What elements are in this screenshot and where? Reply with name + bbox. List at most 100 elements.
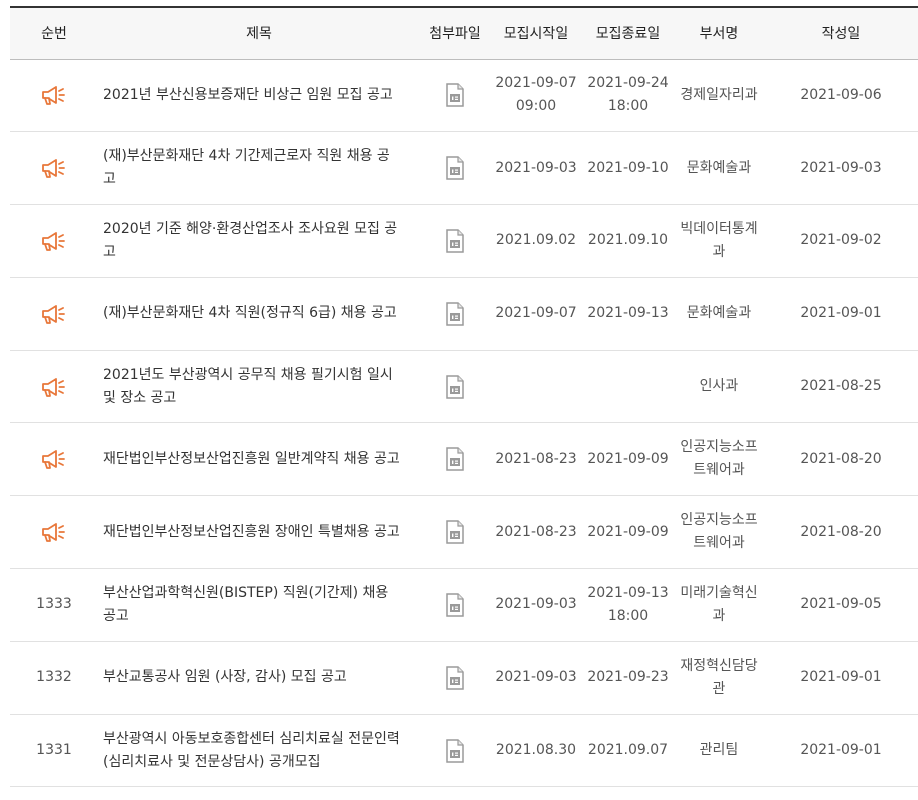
row-number [10, 132, 98, 205]
column-header-written-date: 작성일 [821, 26, 861, 43]
row-number [10, 277, 98, 350]
table-row: 2020년 기준 해양·환경산업조사 조사요원 모집 공고 2021.09.02 2… [10, 205, 918, 278]
post-title-link[interactable]: 2021년도 부산광역시 공무직 채용 필기시험 일시 및 장소 공고 [103, 367, 393, 406]
hwp-file-icon[interactable] [445, 156, 465, 180]
table-row: (재)부산문화재단 4차 직원(정규직 6급) 채용 공고 2021-09-07 2… [10, 277, 918, 351]
row-attachment [420, 641, 490, 714]
row-end-date: 2021.09.10 [587, 232, 669, 249]
hwp-file-icon[interactable] [445, 83, 465, 108]
megaphone-icon [42, 159, 65, 179]
table-row: 1332 부산교통공사 임원 (사장, 감사) 모집 공고 2021-09-03 20… [10, 641, 918, 715]
row-attachment [420, 132, 490, 205]
post-title-link[interactable]: 2021년 부산신용보증재단 비상근 임원 모집 공고 [103, 87, 393, 103]
post-title-link[interactable]: (재)부산문화재단 4차 직원(정규직 6급) 채용 공고 [103, 305, 397, 321]
row-number: 1331 [36, 742, 72, 759]
hwp-file-icon[interactable] [445, 302, 465, 326]
row-department: 문화예술과 [686, 159, 752, 176]
row-start-date: 2021-09-03 [495, 669, 577, 686]
row-written-date: 2021-09-02 [800, 232, 882, 249]
table-header: 순번 제목 첨부파일 모집시작일 모집종료일 부서명 작성일 [10, 7, 918, 59]
row-start-date: 2021-08-23 [495, 523, 577, 540]
megaphone-icon [42, 304, 65, 324]
row-number [10, 496, 98, 569]
post-title-link[interactable]: 2020년 기준 해양·환경산업조사 조사요원 모집 공고 [103, 221, 397, 260]
row-title-cell: 재단법인부산정보산업진흥원 일반계약직 채용 공고 [98, 423, 420, 496]
post-title-link[interactable]: 부산광역시 아동보호종합센터 심리치료실 전문인력(심리치료사 및 전문상담사)… [103, 731, 400, 770]
row-end-date: 2021-09-13 [587, 305, 669, 322]
hwp-file-icon[interactable] [445, 447, 465, 472]
column-header-start-date: 모집시작일 [503, 26, 569, 43]
row-written-date: 2021-09-01 [800, 305, 882, 322]
hwp-file-icon[interactable] [445, 374, 465, 399]
row-attachment [420, 277, 490, 350]
row-department: 미래기술혁신과 [680, 584, 758, 624]
post-title-link[interactable]: 부산산업과학혁신원(BISTEP) 직원(기간제) 채용공고 [103, 585, 388, 624]
hwp-file-icon[interactable] [445, 738, 465, 763]
row-start-date [490, 350, 582, 423]
row-title-cell: (재)부산문화재단 4차 직원(정규직 6급) 채용 공고 [98, 277, 420, 350]
row-department: 경제일자리과 [680, 86, 758, 103]
table-row: 2021년도 부산광역시 공무직 채용 필기시험 일시 및 장소 공고 인사과 20… [10, 350, 918, 423]
row-department: 재정혁신담당관 [680, 657, 758, 697]
row-number [10, 423, 98, 496]
post-title-link[interactable]: (재)부산문화재단 4차 기간제근로자 직원 채용 공고 [103, 148, 390, 187]
row-end-date: 2021-09-09 [587, 523, 669, 540]
row-department: 빅데이터통계과 [680, 220, 758, 260]
row-written-date: 2021-09-01 [800, 669, 882, 686]
row-written-date: 2021-08-25 [800, 378, 882, 395]
row-end-date: 2021-09-24 18:00 [587, 75, 669, 115]
post-title-link[interactable]: 부산교통공사 임원 (사장, 감사) 모집 공고 [103, 669, 347, 685]
row-attachment [420, 496, 490, 569]
column-header-department: 부서명 [699, 26, 739, 43]
megaphone-icon [42, 450, 65, 470]
row-written-date: 2021-08-20 [800, 450, 882, 467]
megaphone-icon [42, 377, 65, 397]
column-header-end-date: 모집종료일 [595, 26, 661, 43]
post-title-link[interactable]: 재단법인부산정보산업진흥원 장애인 특별채용 공고 [103, 524, 400, 540]
row-title-cell: (재)부산문화재단 4차 기간제근로자 직원 채용 공고 [98, 132, 420, 205]
table-row: (재)부산문화재단 4차 기간제근로자 직원 채용 공고 2021-09-03 20… [10, 132, 918, 205]
row-end-date: 2021-09-09 [587, 450, 669, 467]
table-row: 2021년 부산신용보증재단 비상근 임원 모집 공고 2021-09-07 09… [10, 59, 918, 132]
megaphone-icon [42, 523, 65, 543]
row-start-date: 2021-08-23 [495, 450, 577, 467]
row-attachment [420, 423, 490, 496]
header-row: 순번 제목 첨부파일 모집시작일 모집종료일 부서명 작성일 [10, 7, 918, 59]
recruitment-board-table: 순번 제목 첨부파일 모집시작일 모집종료일 부서명 작성일 2021년 부산신… [10, 6, 918, 787]
hwp-file-icon[interactable] [445, 229, 465, 253]
row-department: 인사과 [699, 378, 739, 395]
hwp-file-icon[interactable] [445, 666, 465, 690]
row-written-date: 2021-09-06 [800, 86, 882, 103]
row-title-cell: 부산광역시 아동보호종합센터 심리치료실 전문인력(심리치료사 및 전문상담사)… [98, 714, 420, 787]
row-title-cell: 2021년 부산신용보증재단 비상근 임원 모집 공고 [98, 59, 420, 132]
row-number: 1332 [36, 669, 72, 686]
table-row: 재단법인부산정보산업진흥원 장애인 특별채용 공고 2021-08-23 2021-… [10, 496, 918, 569]
megaphone-icon [42, 232, 65, 251]
row-written-date: 2021-08-20 [800, 523, 882, 540]
hwp-file-icon[interactable] [445, 520, 465, 544]
row-title-cell: 2020년 기준 해양·환경산업조사 조사요원 모집 공고 [98, 205, 420, 278]
row-department: 관리팀 [699, 742, 739, 759]
row-department: 인공지능소프트웨어과 [680, 512, 758, 552]
row-department: 인공지능소프트웨어과 [680, 439, 758, 479]
row-title-cell: 재단법인부산정보산업진흥원 장애인 특별채용 공고 [98, 496, 420, 569]
table-body: 2021년 부산신용보증재단 비상근 임원 모집 공고 2021-09-07 09… [10, 59, 918, 787]
row-title-cell: 부산산업과학혁신원(BISTEP) 직원(기간제) 채용공고 [98, 569, 420, 642]
row-department: 문화예술과 [686, 305, 752, 322]
hwp-file-icon[interactable] [445, 593, 465, 617]
column-header-attachment: 첨부파일 [429, 26, 481, 43]
post-title-link[interactable]: 재단법인부산정보산업진흥원 일반계약직 채용 공고 [103, 451, 400, 467]
row-start-date: 2021.08.30 [495, 742, 577, 759]
row-title-cell: 부산교통공사 임원 (사장, 감사) 모집 공고 [98, 641, 420, 714]
row-attachment [420, 569, 490, 642]
table-row: 재단법인부산정보산업진흥원 일반계약직 채용 공고 2021-08-23 2021-… [10, 423, 918, 496]
row-start-date: 2021-09-03 [495, 159, 577, 176]
row-title-cell: 2021년도 부산광역시 공무직 채용 필기시험 일시 및 장소 공고 [98, 350, 420, 423]
column-header-number: 순번 [41, 26, 67, 43]
row-attachment [420, 714, 490, 787]
row-start-date: 2021.09.02 [495, 232, 577, 249]
row-end-date: 2021-09-13 18:00 [587, 584, 669, 624]
row-written-date: 2021-09-01 [800, 742, 882, 759]
row-start-date: 2021-09-07 [495, 305, 577, 322]
table-row: 1331 부산광역시 아동보호종합센터 심리치료실 전문인력(심리치료사 및 전문… [10, 714, 918, 787]
